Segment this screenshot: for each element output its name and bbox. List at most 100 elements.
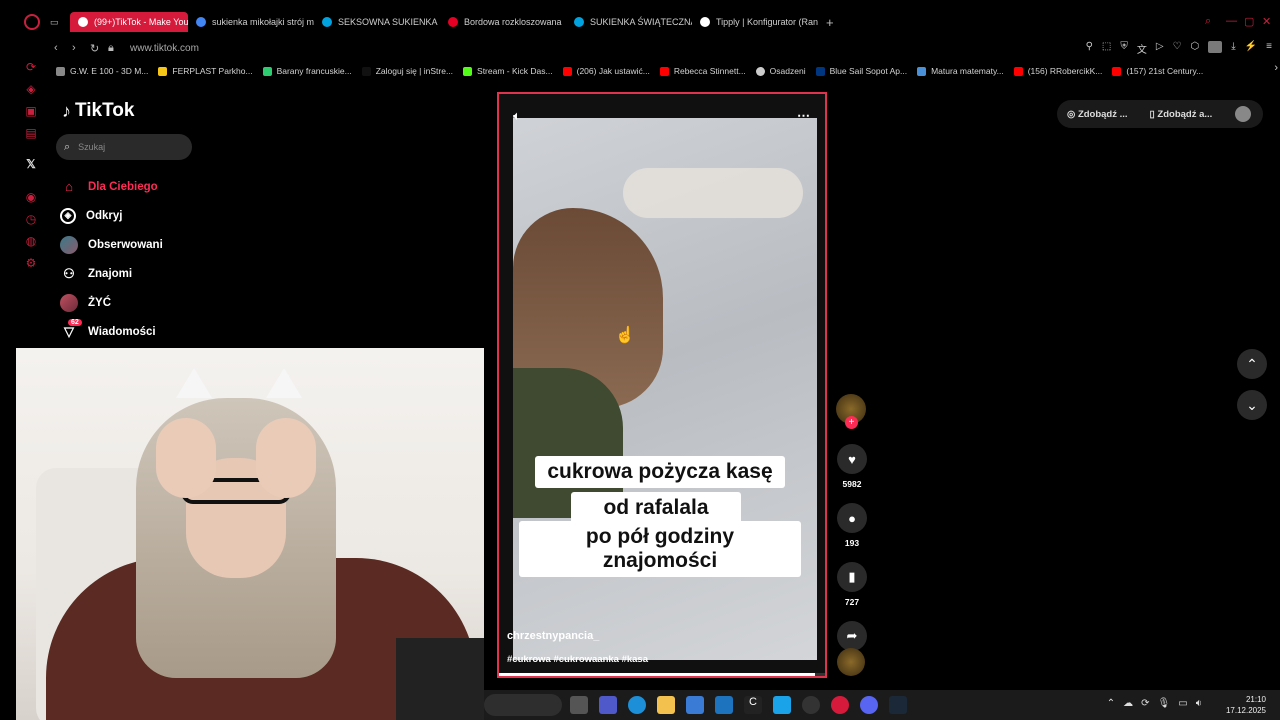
mail-icon[interactable] bbox=[715, 696, 733, 714]
bookmark-item[interactable]: Osadzeni bbox=[755, 66, 806, 76]
bookmark-item[interactable]: Stream - Kick Das... bbox=[463, 66, 553, 76]
previous-video-button[interactable]: ⌃ bbox=[1237, 349, 1267, 379]
app-c-icon[interactable]: C bbox=[744, 696, 762, 714]
app-blue-icon[interactable] bbox=[773, 696, 791, 714]
back-icon[interactable]: ‹ bbox=[54, 42, 64, 54]
aria-icon[interactable]: ⟳ bbox=[24, 60, 38, 74]
player-icon[interactable]: ◉ bbox=[24, 190, 38, 204]
volume-icon[interactable]: 🔈︎ bbox=[513, 108, 521, 124]
taskbar-clock[interactable]: 21:10 17.12.2025 bbox=[1226, 694, 1266, 716]
next-video-button[interactable]: ⌄ bbox=[1237, 390, 1267, 420]
bookmark-item[interactable]: Zaloguj się | inStre... bbox=[361, 66, 453, 76]
tab-manager-icon[interactable]: ▭ bbox=[46, 12, 70, 32]
extensions-icon[interactable]: ◈ bbox=[24, 82, 38, 96]
sync-icon[interactable]: ⟳ bbox=[1141, 698, 1149, 709]
follow-plus-icon[interactable]: + bbox=[845, 416, 858, 429]
bookmark-icon[interactable]: ▮ bbox=[837, 562, 867, 592]
media-icon[interactable]: ▤ bbox=[24, 126, 38, 140]
video-progress-bar[interactable] bbox=[499, 673, 825, 676]
x-twitter-icon[interactable]: 𝕏 bbox=[24, 157, 38, 171]
nav-item-friends[interactable]: ⚇ Znajomi bbox=[60, 259, 163, 288]
task-view-icon[interactable] bbox=[570, 696, 588, 714]
tab-allegro-1[interactable]: SEKSOWNA SUKIENKA Ś bbox=[314, 12, 440, 32]
shield-icon[interactable]: ⛨ bbox=[1120, 41, 1128, 56]
taskbar-search[interactable] bbox=[484, 694, 562, 716]
share-icon[interactable]: ➦ bbox=[837, 621, 867, 651]
bookmark-item[interactable]: G.W. E 100 - 3D M... bbox=[56, 66, 148, 76]
video-author[interactable]: chrzestnypancia_ bbox=[507, 630, 599, 642]
bookmark-item[interactable]: Rebecca Stinnett... bbox=[659, 66, 746, 76]
tab-pinterest[interactable]: Bordowa rozkloszowana bbox=[440, 12, 566, 32]
play-icon[interactable]: ▷ bbox=[1156, 41, 1164, 56]
bookmarks-more-icon[interactable]: › bbox=[1274, 62, 1278, 74]
teams-icon[interactable] bbox=[599, 696, 617, 714]
url-field[interactable]: www.tiktok.com bbox=[130, 43, 199, 54]
more-options-icon[interactable]: ⋯ bbox=[797, 108, 811, 124]
video-player[interactable]: 🔈︎ ⋯ cukrowa pożycza kasę od rafalala po… bbox=[497, 92, 827, 678]
history-icon[interactable]: ◷ bbox=[24, 212, 38, 226]
bookmark-item[interactable]: (157) 21st Century... bbox=[1112, 66, 1203, 76]
opera-gx-icon[interactable] bbox=[831, 696, 849, 714]
pin-icon[interactable]: ⚲ bbox=[1086, 41, 1093, 56]
nav-item-following[interactable]: Obserwowani bbox=[60, 230, 163, 259]
creator-avatar[interactable]: + bbox=[836, 394, 866, 429]
easy-setup-icon[interactable]: ⬡ bbox=[1191, 41, 1200, 56]
minimize-icon[interactable]: — bbox=[1226, 15, 1237, 27]
profile-avatar-icon[interactable] bbox=[1208, 41, 1223, 53]
opera-logo-icon[interactable] bbox=[24, 14, 40, 30]
music-disc-avatar[interactable] bbox=[837, 648, 865, 676]
maximize-icon[interactable]: ▢ bbox=[1244, 15, 1254, 28]
search-tabs-icon[interactable]: ⌕ bbox=[1205, 15, 1211, 28]
save-action[interactable]: ▮ 727 bbox=[836, 562, 868, 607]
ai-icon[interactable]: ⚡ bbox=[1245, 41, 1257, 56]
tab-tiktok[interactable]: (99+)TikTok - Make Your bbox=[70, 12, 188, 32]
steam-icon[interactable] bbox=[889, 696, 907, 714]
discord-icon[interactable] bbox=[860, 696, 878, 714]
profile-avatar[interactable] bbox=[1235, 106, 1251, 122]
nav-item-live[interactable]: ŻYĆ bbox=[60, 288, 163, 317]
search-box[interactable]: ⌕ bbox=[56, 134, 192, 160]
bookmark-item[interactable]: Barany francuskie... bbox=[262, 66, 352, 76]
close-window-icon[interactable]: ✕ bbox=[1262, 15, 1271, 28]
bookmark-item[interactable]: Blue Sail Sopot Ap... bbox=[815, 66, 907, 76]
search-input[interactable] bbox=[78, 142, 179, 152]
tab-google-search[interactable]: sukienka mikołajki strój m bbox=[188, 12, 314, 32]
microphone-icon[interactable]: 🎙︎ bbox=[1158, 698, 1171, 709]
like-action[interactable]: ♥ 5982 bbox=[836, 444, 868, 489]
obs-icon[interactable] bbox=[802, 696, 820, 714]
reload-icon[interactable]: ↻ bbox=[90, 42, 100, 55]
tab-tipply[interactable]: Tipply | Konfigurator (Ran bbox=[692, 12, 818, 32]
download-icon[interactable]: ⤓ bbox=[1231, 41, 1235, 56]
bookmark-item[interactable]: FERPLAST Parkho... bbox=[158, 66, 253, 76]
tab-allegro-2[interactable]: SUKIENKA ŚWIĄTECZNA bbox=[566, 12, 692, 32]
volume-tray-icon[interactable]: 🔉︎ bbox=[1196, 698, 1202, 709]
forward-icon[interactable]: › bbox=[72, 42, 82, 54]
edge-icon[interactable] bbox=[628, 696, 646, 714]
comment-icon[interactable]: ● bbox=[837, 503, 867, 533]
video-hashtags[interactable]: #cukrowa #cukrowaanka #kasa bbox=[507, 654, 648, 665]
file-explorer-icon[interactable] bbox=[657, 696, 675, 714]
heart-icon[interactable]: ♡ bbox=[1173, 41, 1182, 56]
new-tab-button[interactable]: + bbox=[818, 12, 842, 32]
bookmarks-icon[interactable]: ◍ bbox=[24, 234, 38, 248]
bookmark-item[interactable]: (156) RRobercikK... bbox=[1013, 66, 1102, 76]
nav-item-for-you[interactable]: ⌂ Dla Ciebiego bbox=[60, 172, 163, 201]
network-icon[interactable]: ▭ bbox=[1178, 698, 1187, 709]
bookmark-item[interactable]: Matura matematy... bbox=[917, 66, 1004, 76]
store-icon[interactable] bbox=[686, 696, 704, 714]
comment-action[interactable]: ● 193 bbox=[836, 503, 868, 548]
settings-icon[interactable]: ⚙ bbox=[24, 256, 38, 270]
get-app-button[interactable]: ▯ Zdobądź a... bbox=[1150, 109, 1213, 120]
nav-item-explore[interactable]: ◈ Odkryj bbox=[60, 201, 163, 230]
bookmark-item[interactable]: (206) Jak ustawić... bbox=[562, 66, 650, 76]
translate-icon[interactable]: 文 bbox=[1137, 41, 1147, 56]
messenger-icon[interactable]: ▣ bbox=[24, 104, 38, 118]
get-coins-button[interactable]: ◎ Zdobądź ... bbox=[1067, 109, 1128, 120]
nav-item-messages[interactable]: ▽ 62 Wiadomości bbox=[60, 317, 163, 346]
snapshot-icon[interactable]: ⬚ bbox=[1102, 41, 1111, 56]
heart-icon[interactable]: ♥ bbox=[837, 444, 867, 474]
tiktok-logo[interactable]: ♪ TikTok bbox=[62, 100, 134, 122]
onedrive-icon[interactable]: ☁ bbox=[1123, 698, 1133, 709]
menu-icon[interactable]: ≡ bbox=[1266, 41, 1272, 56]
tray-chevron-icon[interactable]: ⌃ bbox=[1107, 698, 1115, 709]
